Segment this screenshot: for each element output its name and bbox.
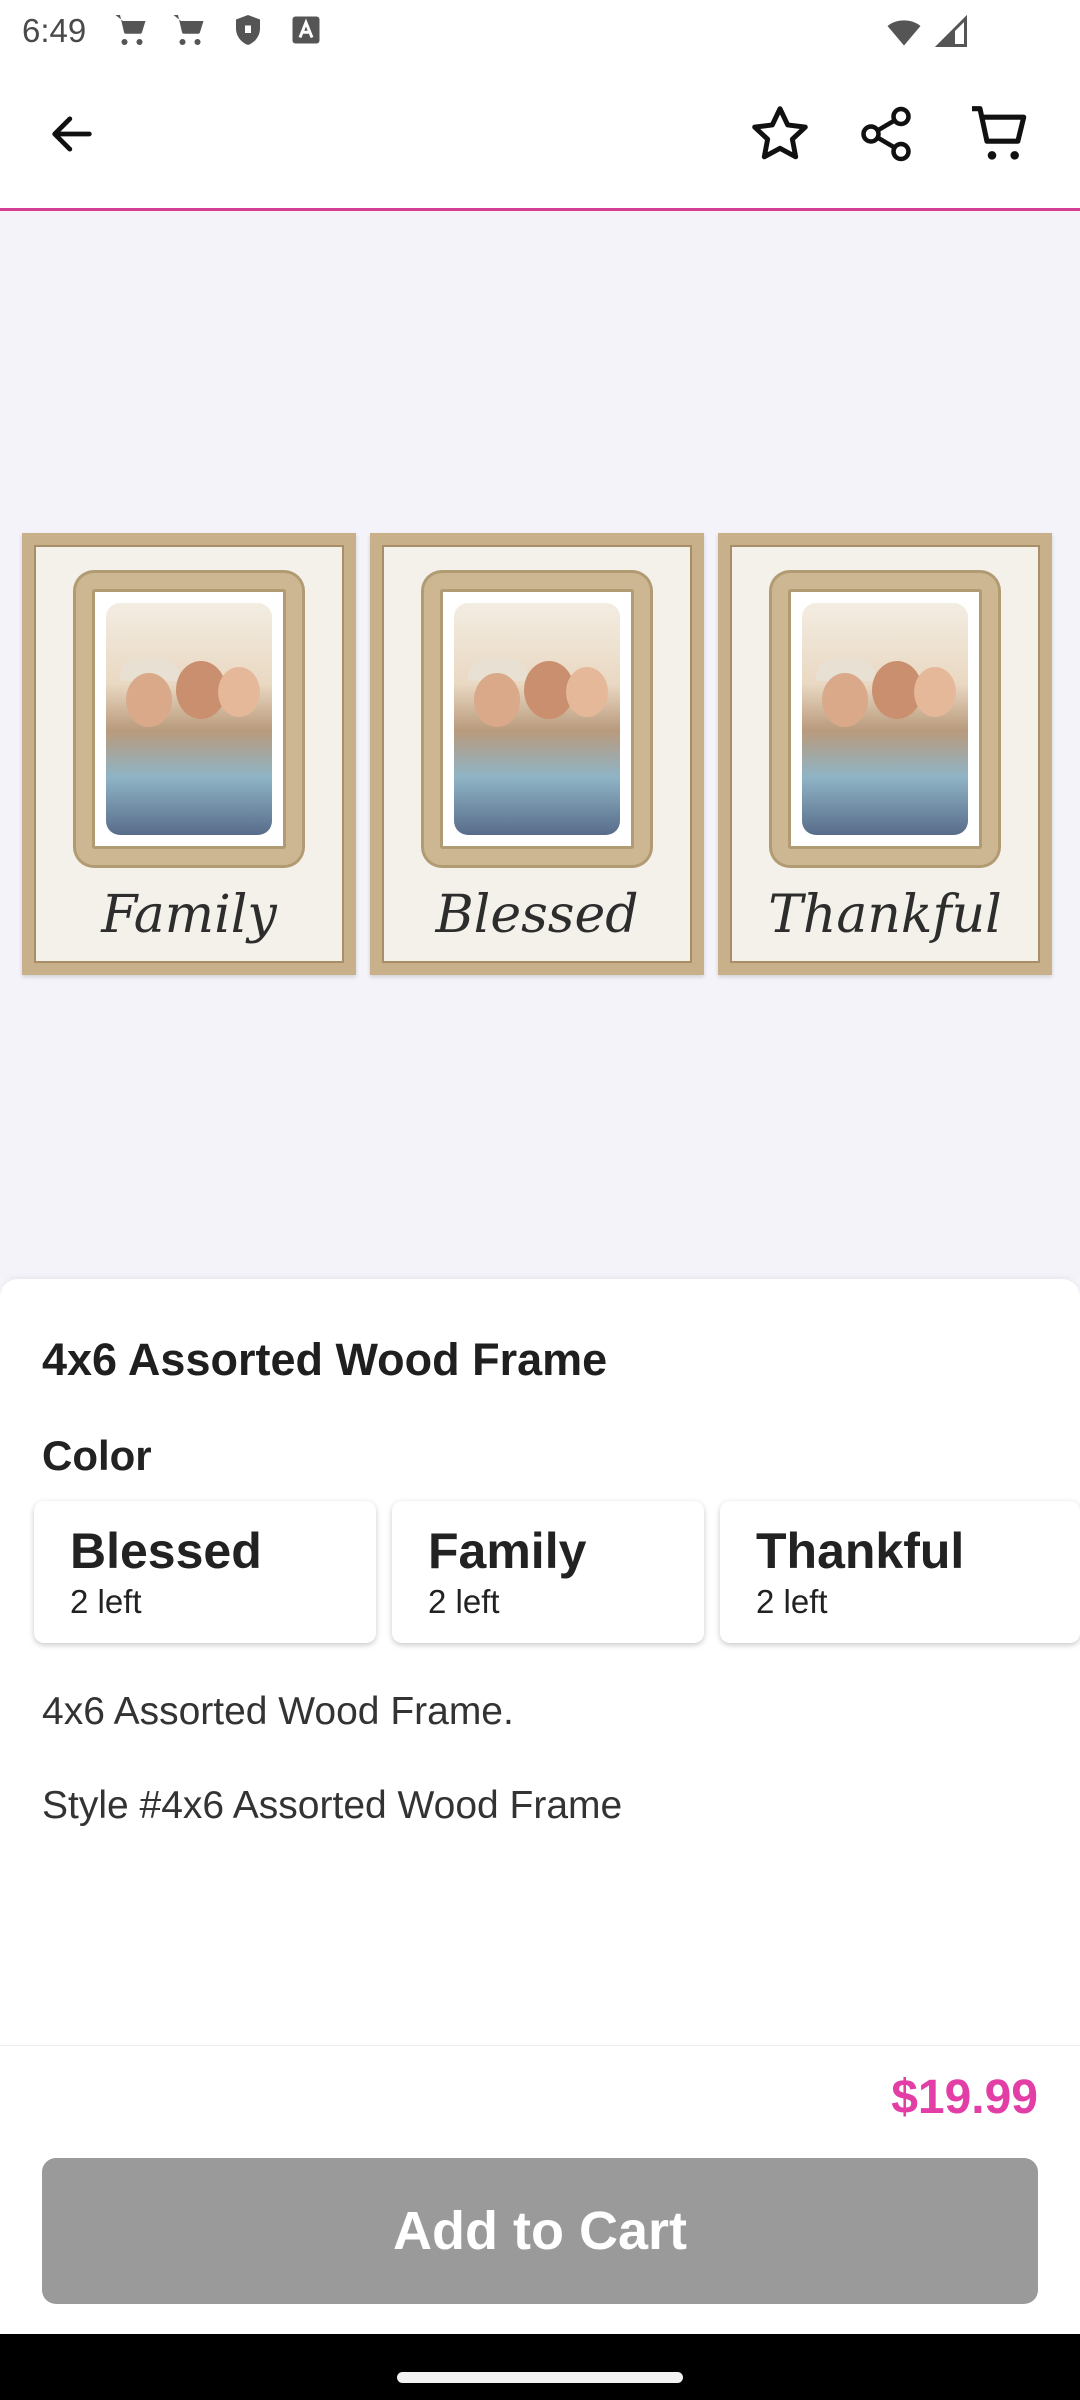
frame-script-text: Blessed	[435, 885, 639, 945]
option-stock: 2 left	[428, 1583, 500, 1620]
color-option-thankful[interactable]: Thankful 2 left	[720, 1501, 1080, 1643]
frame-script-text: Family	[101, 885, 277, 945]
option-stock: 2 left	[756, 1583, 828, 1620]
frame-blessed: Blessed	[370, 533, 704, 975]
shield-icon	[236, 15, 260, 45]
color-options: Blessed 2 left Family 2 left Thankful 2 …	[34, 1501, 1080, 1643]
share-button[interactable]	[838, 86, 934, 182]
star-icon	[752, 106, 808, 160]
option-name: Thankful	[756, 1523, 965, 1579]
product-style-number: Style #4x6 Assorted Wood Frame	[42, 1784, 623, 1827]
cart-icon	[115, 15, 146, 45]
product-description: 4x6 Assorted Wood Frame.	[42, 1690, 514, 1733]
add-to-cart-button[interactable]: Add to Cart	[42, 2158, 1038, 2304]
back-arrow-icon	[52, 116, 92, 152]
product-title: 4x6 Assorted Wood Frame	[42, 1334, 608, 1385]
frame-mat	[424, 573, 650, 865]
family-photo	[802, 603, 968, 835]
signal-icon	[934, 14, 967, 47]
frame-family: Family	[22, 533, 356, 975]
system-icons	[886, 14, 970, 50]
color-option-blessed[interactable]: Blessed 2 left	[34, 1501, 376, 1643]
purchase-panel: $19.99 Add to Cart	[0, 2045, 1080, 2335]
cart-icon	[173, 15, 204, 45]
frame-script-text: Thankful	[768, 885, 1002, 945]
option-name: Family	[428, 1523, 587, 1579]
a-icon	[292, 16, 320, 44]
option-name: Blessed	[70, 1523, 262, 1579]
back-button[interactable]	[24, 86, 120, 182]
cart-icon	[972, 106, 1027, 160]
share-icon	[861, 106, 911, 162]
home-indicator[interactable]	[397, 2372, 683, 2383]
option-stock: 2 left	[70, 1583, 142, 1620]
color-option-family[interactable]: Family 2 left	[392, 1501, 704, 1643]
notification-icons	[114, 12, 324, 48]
wifi-icon	[887, 20, 921, 46]
cart-button[interactable]	[952, 86, 1048, 182]
status-bar: 6:49	[0, 0, 1080, 62]
frame-set-image: Family Blessed Thankful	[22, 533, 1052, 975]
product-details: 4x6 Assorted Wood Frame Color Blessed 2 …	[0, 1279, 1080, 2045]
frame-thankful: Thankful	[718, 533, 1052, 975]
product-image[interactable]: Family Blessed Thankful	[0, 211, 1080, 1279]
frame-mat	[76, 573, 302, 865]
favorite-button[interactable]	[732, 86, 828, 182]
family-photo	[454, 603, 620, 835]
price: $19.99	[891, 2071, 1038, 2124]
navigation-bar	[0, 2334, 1080, 2400]
status-time: 6:49	[22, 12, 87, 49]
family-photo	[106, 603, 272, 835]
top-app-bar	[0, 62, 1080, 211]
frame-mat	[772, 573, 998, 865]
color-label: Color	[42, 1432, 152, 1479]
